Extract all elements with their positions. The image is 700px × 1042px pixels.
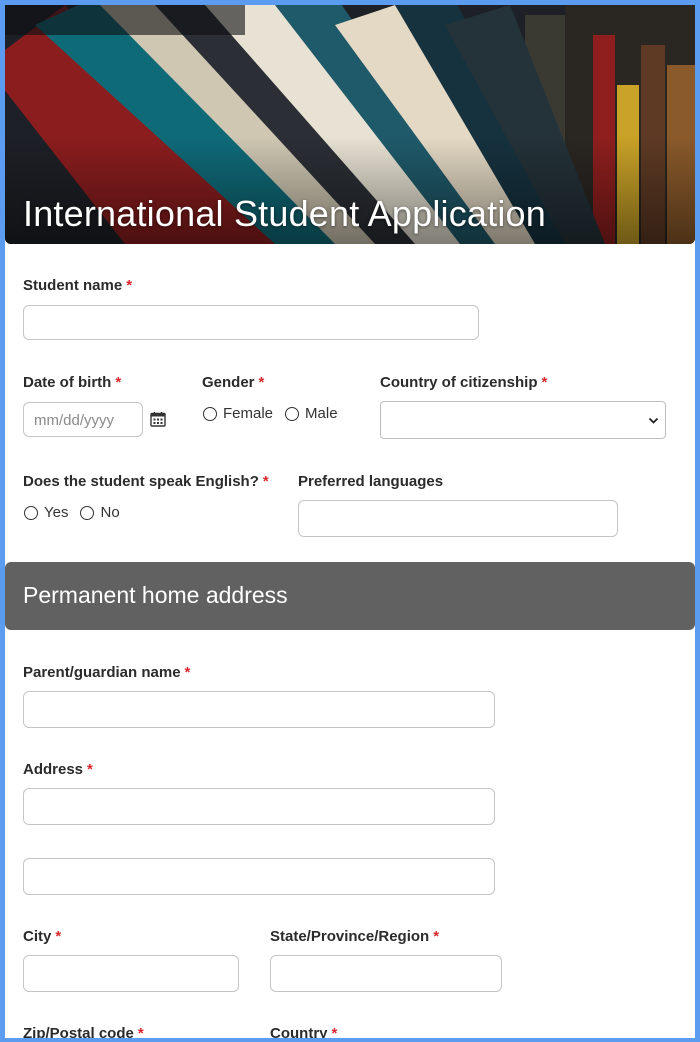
speaks-english-label-text: Does the student speak English? — [23, 473, 259, 490]
required-marker: * — [137, 1025, 144, 1038]
gender-label: Gender * — [202, 374, 264, 391]
address-line1-input[interactable] — [23, 788, 495, 825]
speaks-english-option-label: No — [100, 504, 120, 521]
required-marker: * — [184, 664, 191, 681]
radio-circle[interactable] — [24, 505, 38, 520]
date-of-birth-input[interactable]: mm/dd/yyyy — [23, 402, 143, 437]
date-of-birth-label-text: Date of birth — [23, 374, 112, 391]
speaks-english-option-label: Yes — [44, 504, 69, 521]
date-placeholder: mm/dd/yyyy — [34, 412, 115, 429]
address-label-text: Address — [23, 761, 84, 778]
student-name-label: Student name * — [23, 277, 132, 294]
city-label: City * — [23, 928, 61, 945]
section-header-home-address: Permanent home address — [5, 562, 695, 630]
guardian-name-label: Parent/guardian name * — [23, 664, 190, 681]
speaks-english-label: Does the student speak English? * — [23, 473, 269, 490]
guardian-name-label-text: Parent/guardian name — [23, 664, 181, 681]
state-input[interactable] — [270, 955, 502, 992]
required-marker: * — [258, 374, 265, 391]
date-of-birth-label: Date of birth * — [23, 374, 121, 391]
guardian-name-input[interactable] — [23, 691, 495, 728]
gender-option-male[interactable]: Male — [285, 405, 338, 422]
student-name-label-text: Student name — [23, 277, 123, 294]
country-citizenship-label: Country of citizenship * — [380, 374, 547, 391]
city-label-text: City — [23, 928, 52, 945]
address-line2-input[interactable] — [23, 858, 495, 895]
preferred-languages-input[interactable] — [298, 500, 618, 537]
speaks-english-radio-group: Yes No — [24, 504, 132, 521]
radio-circle[interactable] — [285, 406, 300, 421]
state-label-text: State/Province/Region — [270, 928, 430, 945]
gender-option-label: Female — [223, 405, 274, 422]
country-citizenship-label-text: Country of citizenship — [380, 374, 538, 391]
student-name-input[interactable] — [23, 305, 479, 340]
gender-radio-group: Female Male — [203, 405, 350, 422]
speaks-english-option-no[interactable]: No — [80, 504, 120, 521]
country-label: Country * — [270, 1025, 337, 1038]
required-marker: * — [126, 277, 133, 294]
chevron-down-icon — [648, 417, 659, 424]
address-label: Address * — [23, 761, 93, 778]
city-input[interactable] — [23, 955, 239, 992]
required-marker: * — [331, 1025, 338, 1038]
zip-label-text: Zip/Postal code — [23, 1025, 134, 1038]
required-marker: * — [541, 374, 548, 391]
radio-circle[interactable] — [203, 406, 217, 421]
header-banner: International Student Application — [5, 5, 695, 244]
radio-circle[interactable] — [80, 505, 95, 520]
required-marker: * — [55, 928, 62, 945]
calendar-icon[interactable] — [150, 411, 166, 427]
gender-option-label: Male — [305, 405, 338, 422]
gender-label-text: Gender — [202, 374, 255, 391]
preferred-languages-label-text: Preferred languages — [298, 473, 444, 490]
state-label: State/Province/Region * — [270, 928, 439, 945]
required-marker: * — [262, 473, 269, 490]
form-title: International Student Application — [23, 193, 546, 234]
speaks-english-option-yes[interactable]: Yes — [24, 504, 68, 521]
gender-option-female[interactable]: Female — [203, 405, 273, 422]
country-citizenship-select[interactable] — [380, 401, 666, 439]
required-marker: * — [87, 761, 93, 778]
section-title: Permanent home address — [23, 582, 288, 608]
required-marker: * — [115, 374, 122, 391]
country-label-text: Country — [270, 1025, 328, 1038]
preferred-languages-label: Preferred languages — [298, 473, 443, 490]
form-page: International Student Application Studen… — [5, 5, 695, 1038]
zip-label: Zip/Postal code * — [23, 1025, 144, 1038]
required-marker: * — [433, 928, 440, 945]
